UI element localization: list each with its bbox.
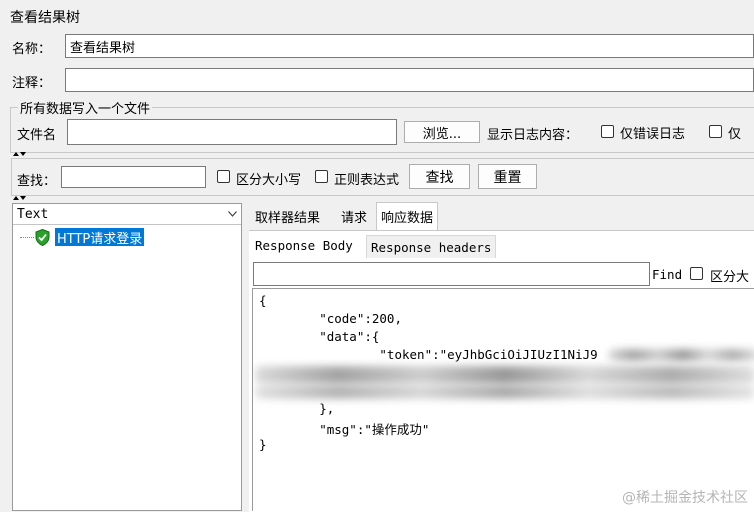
search-label: 查找： xyxy=(17,174,57,189)
search-input[interactable] xyxy=(61,166,206,188)
splitter-arrows-bottom[interactable] xyxy=(13,196,26,200)
splitter-arrows-top[interactable] xyxy=(13,152,26,156)
redacted-token xyxy=(255,385,754,399)
case-sensitive-label: 区分大小写 xyxy=(236,173,302,188)
tab-sampler-result[interactable]: 取样器结果 xyxy=(251,203,324,229)
browse-button[interactable]: 浏览... xyxy=(404,121,480,143)
reset-button[interactable]: 重置 xyxy=(478,164,537,189)
renderer-value: Text xyxy=(17,206,49,222)
subtab-response-headers[interactable]: Response headers xyxy=(366,235,497,258)
subtab-response-body[interactable]: Response Body xyxy=(251,233,357,257)
comment-label: 注释： xyxy=(12,76,52,91)
success-only-label: 仅 xyxy=(728,127,742,142)
response-case-label: 区分大 xyxy=(710,270,750,285)
success-only-checkbox[interactable] xyxy=(709,125,722,138)
expand-down-icon xyxy=(20,152,26,156)
code-line: }, xyxy=(259,401,335,416)
find-button[interactable]: 查找 xyxy=(409,164,470,189)
filename-label: 文件名 xyxy=(17,128,57,143)
code-line: "token":"eyJhbGciOiJIUzI1NiJ9 xyxy=(259,347,598,362)
file-section-legend: 所有数据写入一个文件 xyxy=(18,98,153,117)
log-content-label: 显示日志内容： xyxy=(487,128,579,143)
code-line: "code":200, xyxy=(259,311,402,326)
chevron-down-icon xyxy=(228,211,237,217)
watermark: @稀土掘金技术社区 xyxy=(622,490,748,506)
redacted-token xyxy=(608,349,754,361)
response-case-checkbox[interactable] xyxy=(690,267,703,280)
code-line: } xyxy=(259,437,267,452)
errors-only-checkbox[interactable] xyxy=(601,125,614,138)
tree-item-http-login[interactable]: HTTP请求登录 xyxy=(55,228,145,247)
renderer-select[interactable]: Text xyxy=(13,204,241,225)
response-find-input[interactable] xyxy=(253,262,650,286)
code-line: "data":{ xyxy=(259,329,380,344)
tab-response-data[interactable]: 响应数据 xyxy=(376,202,439,230)
success-shield-icon xyxy=(35,228,50,250)
case-sensitive-checkbox[interactable] xyxy=(217,170,230,183)
filename-input[interactable] xyxy=(67,119,397,145)
response-find-label: Find xyxy=(652,267,683,282)
name-input[interactable]: 查看结果树 xyxy=(65,34,754,58)
errors-only-label: 仅错误日志 xyxy=(620,127,686,142)
code-line: "msg":"操作成功" xyxy=(259,422,430,437)
collapse-up-icon xyxy=(13,152,19,156)
code-line: { xyxy=(259,293,267,308)
regex-label: 正则表达式 xyxy=(334,173,400,188)
vertical-splitter[interactable] xyxy=(242,203,248,511)
result-tabs: 取样器结果 请求 响应数据 xyxy=(249,202,754,231)
window-title: 查看结果树 xyxy=(10,10,80,26)
regex-checkbox[interactable] xyxy=(315,170,328,183)
name-value: 查看结果树 xyxy=(70,40,136,56)
redacted-token xyxy=(255,366,754,384)
collapse-up-icon xyxy=(13,196,19,200)
expand-down-icon xyxy=(20,196,26,200)
name-label: 名称： xyxy=(12,42,52,57)
response-body-text[interactable]: { "code":200, "data":{ "token":"eyJhbGci… xyxy=(252,288,754,511)
tab-request[interactable]: 请求 xyxy=(337,203,371,229)
comment-input[interactable] xyxy=(65,68,754,92)
tree-connector xyxy=(20,237,34,238)
